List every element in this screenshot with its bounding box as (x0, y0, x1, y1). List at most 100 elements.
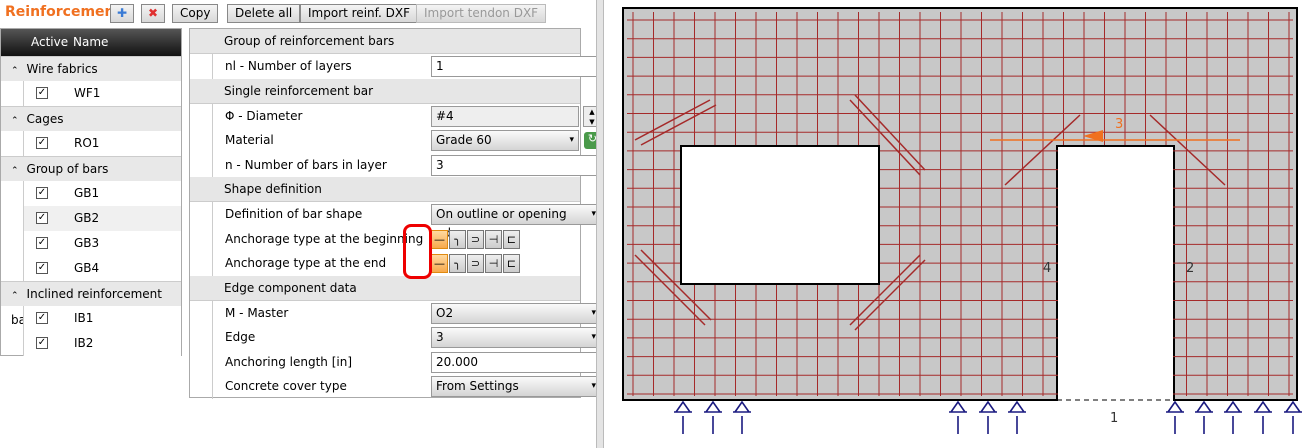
copy-button[interactable]: Copy (172, 4, 219, 23)
tree-item[interactable]: ✓ GB2 (23, 206, 181, 231)
collapse-icon[interactable]: ⌃ (11, 116, 19, 126)
group-label: Cages (26, 112, 64, 126)
edge-label: 4 (1043, 261, 1051, 276)
group-label: Group of bars (26, 162, 109, 176)
support-icon (949, 400, 967, 434)
item-name: RO1 (74, 136, 100, 150)
nbars-input[interactable]: 3 (431, 154, 601, 176)
active-checkbox[interactable]: ✓ (36, 312, 48, 324)
collapse-icon[interactable]: ⌃ (11, 66, 19, 76)
col-name[interactable]: Name (73, 35, 108, 49)
window-opening (680, 145, 880, 285)
splitter[interactable] (596, 0, 604, 448)
tree-item[interactable]: ✓ IB1 (23, 306, 181, 331)
tree-group[interactable]: ⌃ Group of bars (1, 156, 181, 181)
cover-label: Concrete cover type (225, 379, 347, 393)
collapse-icon[interactable]: ⌃ (11, 291, 19, 301)
reinforcement-tree: Active Name ⌃ Wire fabrics ✓ WF1 ⌃ Cages ✓ RO1 ⌃… (0, 28, 182, 356)
shape-select[interactable]: On outline or opening edge (431, 204, 601, 240)
highlight-annotation (403, 224, 432, 279)
support-icon (979, 400, 997, 434)
anchorage-anchor-end-icon[interactable]: ⊏ (503, 254, 520, 273)
anchorage-hook-180-icon[interactable]: ⊃ (467, 229, 484, 249)
anchorage-straight-icon[interactable]: — (431, 229, 448, 249)
item-name: WF1 (74, 86, 101, 100)
support-icon (674, 400, 692, 434)
drawing-canvas[interactable]: 1 2 3 4 (605, 0, 1305, 448)
item-name: IB2 (74, 336, 94, 350)
material-select[interactable]: Grade 60 (431, 130, 579, 151)
section-single-bar: Single reinforcement bar (190, 78, 580, 104)
edge-select[interactable]: 3 (431, 327, 601, 348)
anchorage-hook-90-icon[interactable]: ╮ (449, 254, 466, 273)
add-icon: ✚ (116, 6, 128, 20)
support-icon (1284, 400, 1302, 434)
panel-title: Reinforcement (5, 4, 122, 20)
active-checkbox[interactable]: ✓ (36, 262, 48, 274)
master-label: M - Master (225, 305, 289, 320)
diameter-label: Φ - Diameter (225, 108, 303, 123)
shape-label: Definition of bar shape (225, 207, 363, 221)
support-icon (1224, 400, 1242, 434)
delete-icon: ✖ (147, 6, 159, 20)
support-icon (1254, 400, 1272, 434)
nbars-label: n - Number of bars in layer (225, 157, 387, 172)
active-checkbox[interactable]: ✓ (36, 237, 48, 249)
active-checkbox[interactable]: ✓ (36, 87, 48, 99)
active-checkbox[interactable]: ✓ (36, 137, 48, 149)
tree-item[interactable]: ✓ GB3 (23, 231, 181, 256)
material-label: Material (225, 133, 274, 147)
section-edge: Edge component data (190, 275, 580, 301)
add-button[interactable]: ✚ (110, 4, 134, 23)
import-tendon-dxf-button: Import tendon DXF (416, 4, 547, 23)
anchorage-anchor-end-icon[interactable]: ⊏ (503, 229, 520, 249)
active-checkbox[interactable]: ✓ (36, 187, 48, 199)
tree-item[interactable]: ✓ WF1 (23, 81, 181, 106)
layers-input[interactable]: 1 (431, 56, 601, 77)
edge-label: 1 (1110, 411, 1118, 426)
tree-item[interactable]: ✓ GB4 (23, 256, 181, 281)
tree-item[interactable]: ✓ GB1 (23, 181, 181, 206)
anchorage-hook-90-icon[interactable]: ╮ (449, 229, 466, 249)
active-checkbox[interactable]: ✓ (36, 212, 48, 224)
tree-item[interactable]: ✓ IB2 (23, 331, 181, 356)
item-name: GB3 (74, 236, 100, 250)
active-checkbox[interactable]: ✓ (36, 337, 48, 349)
edge-label: 2 (1186, 261, 1194, 276)
item-name: IB1 (74, 311, 94, 325)
tree-group[interactable]: ⌃ Wire fabrics (1, 56, 181, 81)
support-icon (1008, 400, 1026, 434)
section-shape: Shape definition (190, 177, 580, 202)
item-name: GB4 (74, 261, 100, 275)
anchorage-straight-icon[interactable]: — (431, 254, 448, 273)
tree-header: Active Name (1, 29, 181, 56)
anchorage-anchor-plate-icon[interactable]: ⊣ (485, 254, 502, 273)
anchoring-length-input[interactable]: 20.000 (431, 351, 601, 373)
tree-group[interactable]: ⌃Inclined reinforcement bars (1, 281, 181, 327)
diameter-input[interactable]: #4 (431, 105, 579, 127)
anchorage-anchor-plate-icon[interactable]: ⊣ (485, 229, 502, 249)
support-icon (1166, 400, 1184, 434)
anchorage-end-label: Anchorage type at the end (225, 256, 387, 270)
cover-select[interactable]: From Settings (431, 376, 601, 397)
edge-label: Edge (225, 330, 256, 344)
section-group: Group of reinforcement bars (190, 29, 580, 54)
col-active[interactable]: Active (31, 35, 68, 49)
properties-panel: Group of reinforcement bars nl - Number … (189, 28, 601, 399)
collapse-icon[interactable]: ⌃ (11, 166, 19, 176)
anchorage-begin-label: Anchorage type at the beginning (225, 231, 424, 246)
edge-label: 3 (1115, 117, 1123, 132)
delete-all-button[interactable]: Delete all (227, 4, 301, 23)
support-icon (733, 400, 751, 434)
item-name: GB1 (74, 186, 100, 200)
delete-button[interactable]: ✖ (141, 4, 165, 23)
tree-group[interactable]: ⌃ Cages (1, 106, 181, 131)
layers-label: nl - Number of layers (225, 59, 352, 73)
import-reinf-dxf-button[interactable]: Import reinf. DXF (300, 4, 418, 23)
item-name: GB2 (74, 211, 100, 225)
support-icon (1195, 400, 1213, 434)
master-select[interactable]: O2 (431, 302, 601, 324)
door-opening (1058, 147, 1173, 399)
anchorage-hook-180-icon[interactable]: ⊃ (467, 254, 484, 273)
tree-item[interactable]: ✓ RO1 (23, 131, 181, 156)
